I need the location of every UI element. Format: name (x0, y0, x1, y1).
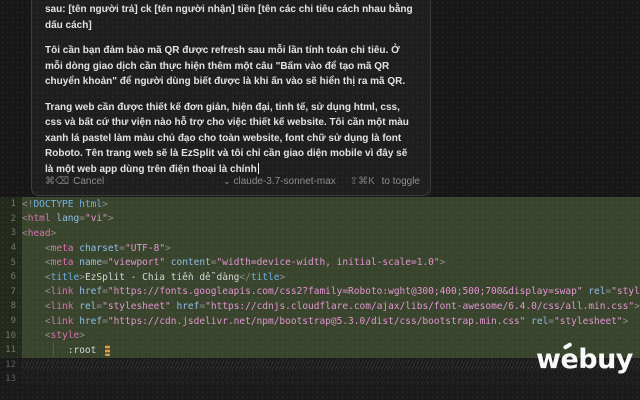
code-editor[interactable]: 1<!DOCTYPE html>2<html lang="vi">3<head>… (0, 197, 640, 400)
line-number: 11 (0, 345, 22, 355)
line-number: 13 (0, 374, 22, 384)
prompt-paragraph: Tôi cần bạn đảm bảo mã QR được refresh s… (45, 43, 417, 90)
line-number: 10 (0, 331, 22, 341)
code-line[interactable]: 5 <meta name="viewport" content="width=d… (0, 255, 640, 270)
code-line[interactable]: 7 <link href="https://fonts.googleapis.c… (0, 285, 640, 300)
code-line-text: <meta name="viewport" content="width=dev… (22, 255, 640, 270)
code-line[interactable]: 9 <link href="https://cdn.jsdelivr.net/n… (0, 314, 640, 329)
line-number: 3 (0, 228, 22, 238)
code-line[interactable]: 4 <meta charset="UTF-8"> (0, 241, 640, 256)
model-name: claude-3.7-sonnet-max (234, 176, 336, 187)
code-line[interactable]: 3<head> (0, 226, 640, 241)
shift-cmd-k-shortcut-icon: ⇧⌘K (350, 176, 375, 187)
prompt-text: Trang web cần được thiết kế đơn giản, hi… (45, 102, 409, 175)
code-line-text: <html lang="vi"> (22, 212, 640, 227)
cancel-label: Cancel (73, 176, 104, 187)
webuy-watermark: webuy (536, 346, 633, 373)
code-line-text: <title>EzSplit - Chia tiền dễ dàng</titl… (22, 270, 640, 285)
code-line-text: <meta charset="UTF-8"> (22, 241, 640, 256)
code-line-text: <head> (22, 226, 640, 241)
line-number: 4 (0, 243, 22, 253)
code-line-text: <link href="https://cdn.jsdelivr.net/npm… (22, 314, 640, 329)
cmd-backspace-shortcut-icon: ⌘⌫ (45, 176, 69, 187)
prompt-text: sau: [tên người trả] ck [tên người nhận]… (45, 4, 413, 31)
line-number: 6 (0, 272, 22, 282)
line-number: 8 (0, 301, 22, 311)
prompt-input[interactable]: sau: [tên người trả] ck [tên người nhận]… (32, 0, 430, 177)
line-number: 5 (0, 258, 22, 268)
cancel-button[interactable]: ⌘⌫ Cancel (45, 176, 104, 187)
line-number: 7 (0, 287, 22, 297)
line-number: 2 (0, 214, 22, 224)
footer-right: ⌄claude-3.7-sonnet-max ⇧⌘K to toggle (223, 176, 420, 187)
model-selector[interactable]: ⌄claude-3.7-sonnet-max (223, 176, 336, 187)
line-number: 12 (0, 360, 22, 370)
code-line[interactable]: 1<!DOCTYPE html> (0, 197, 640, 212)
code-line-text: <style> (22, 328, 640, 343)
code-line-text: <link rel="stylesheet" href="https://cdn… (22, 299, 640, 314)
code-line[interactable]: 2<html lang="vi"> (0, 212, 640, 227)
indent-guide (53, 343, 54, 357)
watermark-text: webuy (536, 344, 633, 375)
chat-footer: ⌘⌫ Cancel ⌄claude-3.7-sonnet-max ⇧⌘K to t… (45, 176, 420, 187)
cursor-inline-edit-screen: sau: [tên người trả] ck [tên người nhận]… (0, 0, 640, 400)
code-line-text: <!DOCTYPE html> (22, 197, 640, 212)
line-number: 1 (0, 199, 22, 209)
prompt-paragraph: Trang web cần được thiết kế đơn giản, hi… (45, 100, 417, 178)
line-number: 9 (0, 316, 22, 326)
code-line[interactable]: 10 <style> (0, 328, 640, 343)
ai-generating-caret (105, 345, 110, 356)
code-line[interactable]: 6 <title>EzSplit - Chia tiền dễ dàng</ti… (0, 270, 640, 285)
prompt-text: Tôi cần bạn đảm bảo mã QR được refresh s… (45, 45, 405, 87)
toggle-hint: ⇧⌘K to toggle (350, 176, 420, 187)
prompt-paragraph: sau: [tên người trả] ck [tên người nhận]… (45, 2, 417, 33)
text-cursor (258, 163, 260, 174)
generating-shimmer (22, 373, 640, 385)
code-line[interactable]: 8 <link rel="stylesheet" href="https://c… (0, 299, 640, 314)
chevron-down-icon: ⌄ (223, 176, 231, 186)
toggle-label: to toggle (382, 176, 420, 187)
inline-chat-panel: sau: [tên người trả] ck [tên người nhận]… (31, 0, 431, 196)
code-line-text: <link href="https://fonts.googleapis.com… (22, 285, 640, 300)
